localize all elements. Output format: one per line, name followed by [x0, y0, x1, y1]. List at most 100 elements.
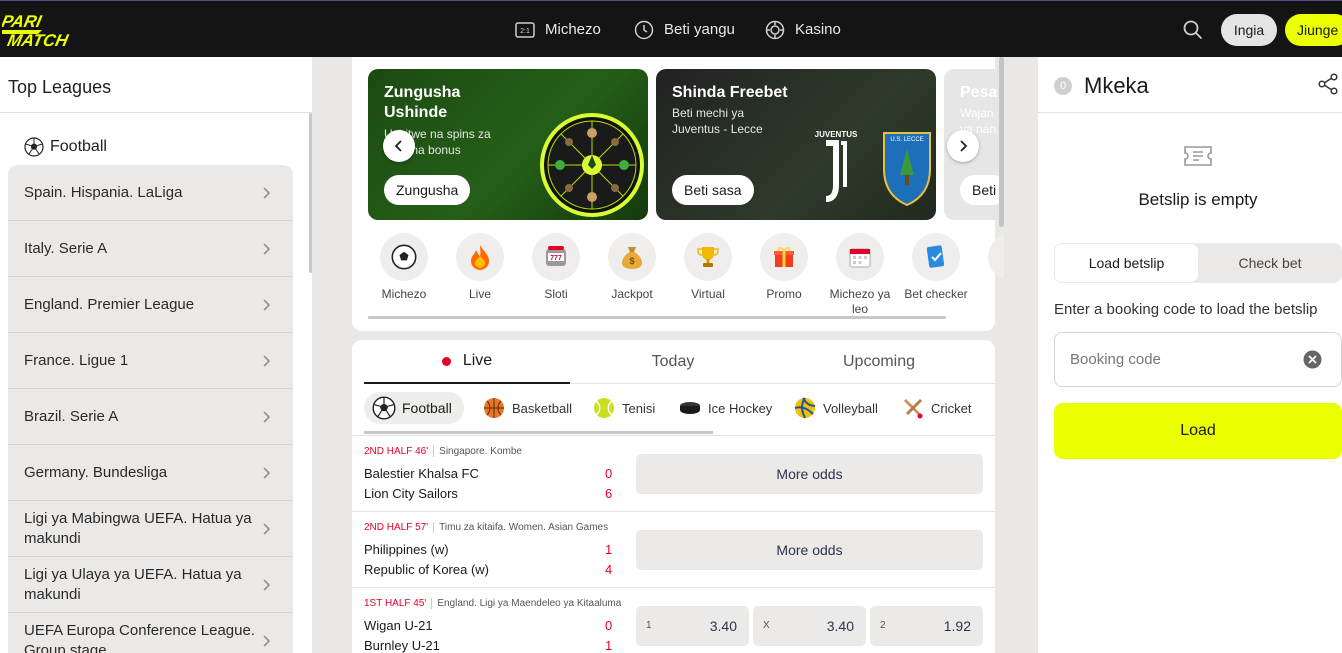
away-score: 4 — [605, 562, 613, 577]
away-team: Republic of Korea (w) — [364, 562, 489, 577]
nav-beti-yangu[interactable]: Beti yangu — [633, 1, 735, 58]
match-row[interactable]: 2ND HALF 57' Timu za kitaifa. Women. Asia… — [352, 512, 995, 588]
category-label: Bet checker — [904, 287, 968, 301]
league-item[interactable]: France. Ligue 1 — [8, 333, 293, 389]
carousel-prev-button[interactable] — [383, 130, 415, 162]
ticket-check-icon — [912, 233, 960, 281]
tab-upcoming[interactable]: Upcoming — [776, 340, 982, 384]
events-panel: Live Today Upcoming Football Basketball … — [352, 340, 995, 653]
soccer-ball-icon — [372, 396, 396, 420]
league-item[interactable]: Spain. Hispania. LaLiga — [8, 165, 293, 221]
parimatch-logo[interactable]: PARI MATCH — [2, 11, 106, 49]
svg-text:2:1: 2:1 — [520, 28, 530, 35]
chevron-right-icon — [263, 186, 271, 199]
betslip-mode-toggle: Load betslip Check bet — [1054, 243, 1342, 283]
sport-filter-scrollbar[interactable] — [364, 431, 713, 434]
sport-filter-label: Volleyball — [823, 400, 878, 416]
chevron-right-icon — [263, 298, 271, 311]
more-odds-button[interactable]: More odds — [636, 530, 983, 570]
search-icon[interactable] — [1182, 19, 1204, 41]
match-league: England. Ligi ya Maendeleo ya Kitaaluma — [437, 598, 622, 609]
chevron-right-icon — [263, 522, 271, 535]
sidebar-sport-football[interactable]: Football — [24, 137, 107, 157]
category-label: Live — [468, 287, 491, 301]
tab-load-betslip[interactable]: Load betslip — [1055, 244, 1198, 282]
odds-draw-button[interactable]: X 3.40 — [753, 606, 866, 646]
booking-code-input[interactable] — [1054, 332, 1342, 387]
clear-icon[interactable] — [1303, 350, 1322, 369]
sidebar-scrollbar[interactable] — [309, 113, 312, 273]
tab-today[interactable]: Today — [570, 340, 776, 384]
promo-card-freebet[interactable]: Shinda Freebet Beti mechi ya Juventus - L… — [656, 69, 936, 220]
flame-icon — [456, 233, 504, 281]
login-button[interactable]: Ingia — [1221, 14, 1277, 46]
league-item[interactable]: Brazil. Serie A — [8, 389, 293, 445]
category-label: Sloti — [544, 287, 568, 301]
sport-filter-volleyball[interactable]: Volleyball — [793, 392, 878, 424]
odds-away-button[interactable]: 2 1.92 — [870, 606, 983, 646]
more-odds-button[interactable]: More odds — [636, 454, 983, 494]
tennis-ball-icon — [594, 398, 614, 418]
chevron-right-icon — [263, 410, 271, 423]
tab-label: Live — [462, 352, 493, 369]
svg-text:JUVENTUS: JUVENTUS — [815, 130, 858, 139]
match-league: Timu za kitaifa. Women. Asian Games — [439, 522, 609, 533]
svg-text:U.S. LECCE: U.S. LECCE — [890, 137, 923, 143]
bet-button[interactable]: Beti — [960, 175, 1004, 205]
league-item[interactable]: Ligi ya Ulaya ya UEFA. Hatua ya makundi — [8, 557, 293, 613]
nav-michezo[interactable]: 2:1 Michezo — [514, 1, 601, 58]
share-icon[interactable] — [1317, 73, 1339, 95]
sport-filter-ice-hockey[interactable]: Ice Hockey — [678, 392, 772, 424]
league-label: England. Premier League — [24, 295, 195, 313]
category-michezo-ya-leo[interactable]: Michezo ya leo — [822, 233, 898, 317]
main-scrollbar[interactable] — [999, 57, 1004, 227]
sport-filter-tennis[interactable]: Tenisi — [592, 392, 655, 424]
live-dot-icon — [441, 356, 451, 366]
nav-kasino[interactable]: Kasino — [764, 1, 841, 58]
home-score: 1 — [605, 542, 613, 557]
tab-check-bet[interactable]: Check bet — [1198, 243, 1342, 283]
category-promo[interactable]: Promo — [746, 233, 822, 302]
category-scrollbar[interactable] — [368, 316, 946, 319]
top-leagues-sidebar: Top Leagues Football Spain. Hispania. La… — [0, 57, 312, 653]
category-jackpot[interactable]: $ Jackpot — [594, 233, 670, 302]
sport-filter-basketball[interactable]: Basketball — [482, 392, 572, 424]
category-sloti[interactable]: 777 Sloti — [518, 233, 594, 302]
match-row[interactable]: 2ND HALF 46' Singapore. Kombe Balestier K… — [352, 436, 995, 512]
match-header: 2ND HALF 57' Timu za kitaifa. Women. Asia… — [364, 522, 608, 533]
league-item[interactable]: Germany. Bundesliga — [8, 445, 293, 501]
category-bet-checker[interactable]: Bet checker — [898, 233, 974, 302]
sport-filter-football[interactable]: Football — [364, 392, 464, 424]
casino-chip-icon — [764, 19, 786, 41]
load-button[interactable]: Load — [1054, 403, 1342, 459]
betslip-empty-text: Betslip is empty — [1138, 190, 1258, 209]
league-label: Ligi ya Mabingwa UEFA. Hatua ya makundi — [24, 509, 252, 547]
spin-button[interactable]: Zungusha — [384, 175, 471, 205]
odds-label: 2 — [880, 620, 886, 631]
category-michezo[interactable]: Michezo — [366, 233, 442, 302]
chevron-right-icon — [263, 354, 271, 367]
volleyball-icon — [794, 397, 816, 419]
nav-kasino-label: Kasino — [795, 21, 841, 38]
sport-filter-label: Football — [402, 400, 452, 416]
tab-live[interactable]: Live — [364, 340, 570, 384]
home-team: Balestier Khalsa FC — [364, 466, 479, 481]
league-label: Ligi ya Ulaya ya UEFA. Hatua ya makundi — [24, 565, 242, 603]
category-circle — [988, 233, 1004, 281]
promo-title: Pesa — [960, 84, 998, 101]
sport-filter-cricket[interactable]: Cricket — [901, 392, 971, 424]
league-item[interactable]: England. Premier League — [8, 277, 293, 333]
category-live[interactable]: Live — [442, 233, 518, 302]
odds-home-button[interactable]: 1 3.40 — [636, 606, 749, 646]
signup-button[interactable]: Jiunge — [1285, 14, 1342, 46]
event-tabs: Live Today Upcoming — [364, 340, 995, 384]
category-virtual[interactable]: Virtual — [670, 233, 746, 302]
carousel-next-button[interactable] — [947, 130, 979, 162]
league-item[interactable]: UEFA Europa Conference League. Group sta… — [8, 613, 293, 653]
basketball-icon — [484, 398, 504, 418]
category-partial[interactable] — [974, 233, 1004, 287]
league-item[interactable]: Italy. Serie A — [8, 221, 293, 277]
league-item[interactable]: Ligi ya Mabingwa UEFA. Hatua ya makundi — [8, 501, 293, 557]
match-row[interactable]: 1ST HALF 45' England. Ligi ya Maendeleo y… — [352, 588, 995, 653]
bet-now-button[interactable]: Beti sasa — [672, 175, 754, 205]
